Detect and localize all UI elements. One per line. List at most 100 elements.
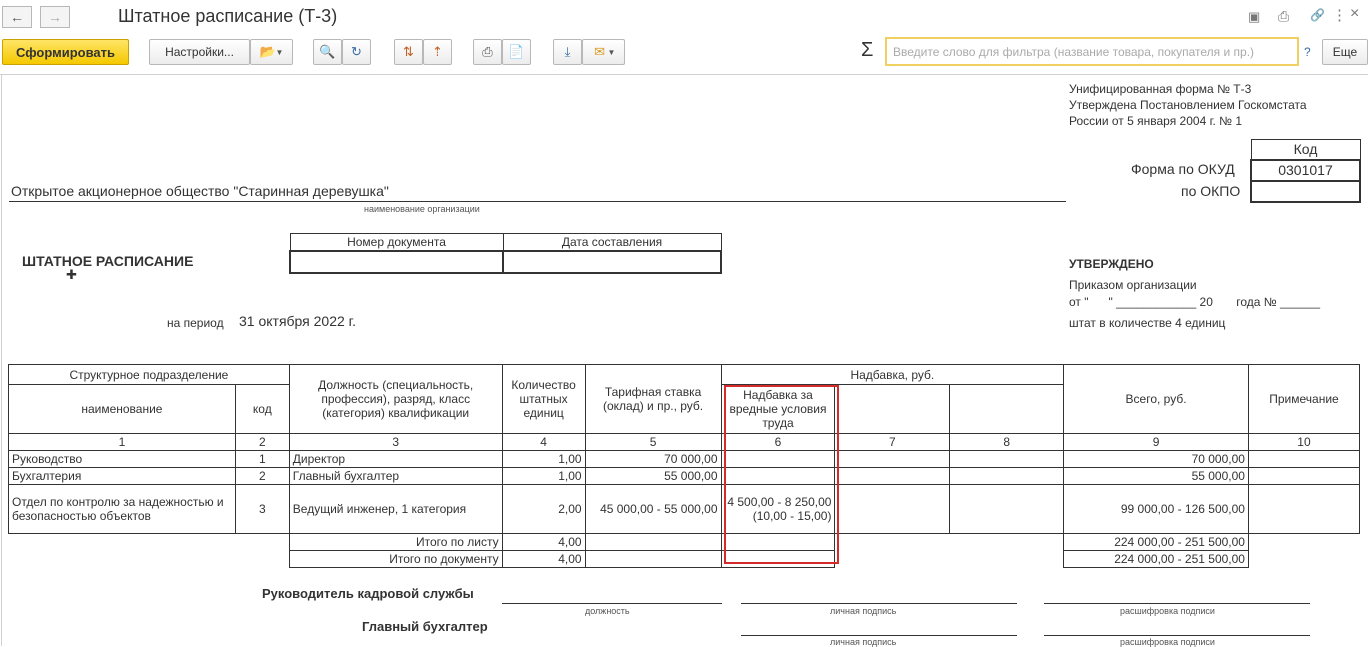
sum-sheet-count: 4,00	[501, 533, 586, 551]
row-cell	[9, 551, 290, 568]
download-icon: ⤓	[564, 44, 571, 59]
row-total: 70 000,00	[1063, 450, 1249, 468]
close-icon[interactable]: ×	[1350, 5, 1359, 23]
row-count: 1,00	[501, 450, 586, 468]
sum-sheet-total: 224 000,00 - 251 500,00	[1063, 533, 1249, 551]
row-count: 1,00	[501, 467, 586, 485]
window-title: Штатное расписание (Т-3)	[118, 6, 338, 26]
row-code: 1	[234, 450, 290, 468]
row-note	[1247, 467, 1361, 485]
back-button[interactable]: ←	[2, 6, 32, 28]
row-cell	[834, 450, 951, 468]
printer-icon: ⎙	[482, 44, 493, 59]
link-icon[interactable]: 🔗	[1310, 8, 1325, 22]
table-row[interactable]: Отдел по контролю за надежностью и безоп…	[8, 484, 1361, 534]
okud-code-table: Код 0301017	[1250, 139, 1361, 203]
save-icon[interactable]: ▣	[1248, 9, 1260, 25]
find-button[interactable]: 🔍	[313, 39, 342, 65]
cursor-icon: ✚	[66, 267, 77, 282]
variants-dropdown[interactable]: 📂 ▼	[250, 39, 293, 65]
divider	[741, 635, 1017, 636]
divider	[1044, 603, 1310, 604]
row-cell	[949, 467, 1065, 485]
help-icon[interactable]: ?	[1304, 45, 1311, 59]
col-number: 3	[288, 433, 503, 451]
row-position: Главный бухгалтер	[288, 467, 503, 485]
row-cell	[1248, 534, 1359, 551]
generate-button[interactable]: Сформировать	[2, 39, 129, 65]
row-cell	[834, 467, 951, 485]
form-header-line: Утверждена Постановлением Госкомстата	[1069, 98, 1307, 112]
envelope-icon: ✉	[594, 44, 605, 59]
doc-title: ШТАТНОЕ РАСПИСАНИЕ	[22, 253, 194, 269]
collapse-groups-button[interactable]: ⇡	[423, 39, 452, 65]
row-cell	[949, 484, 1065, 534]
row-cell	[584, 550, 722, 568]
more-button[interactable]: Еще	[1322, 39, 1368, 65]
send-mail-button[interactable]: ✉ ▼	[582, 39, 625, 65]
caption-sign: личная подпись	[830, 606, 897, 616]
row-note	[1247, 484, 1361, 534]
okud-label: Форма по ОКУД	[1131, 161, 1235, 177]
row-rate: 70 000,00	[584, 450, 722, 468]
sum-doc-count: 4,00	[501, 550, 586, 568]
highlight-frame	[724, 385, 839, 564]
row-rate: 45 000,00 - 55 000,00	[584, 484, 722, 534]
table-row[interactable]: Бухгалтерия 2 Главный бухгалтер 1,00 55 …	[8, 467, 1361, 485]
okud-value: 0301017	[1250, 158, 1361, 182]
hr-head-label: Руководитель кадровой службы	[262, 586, 474, 601]
filter-input[interactable]: Введите слово для фильтра (название това…	[885, 37, 1299, 66]
sum-icon[interactable]: Σ	[861, 39, 873, 62]
divider	[1, 74, 2, 646]
summary-row: Итого по документу 4,00 224 000,00 - 251…	[9, 550, 1360, 568]
summary-row: Итого по листу 4,00 224 000,00 - 251 500…	[9, 533, 1360, 551]
col-number: 2	[234, 433, 290, 451]
col-number: 1	[8, 433, 236, 451]
preview-button[interactable]: 📄	[502, 39, 531, 65]
row-cell	[835, 551, 1064, 568]
row-code: 3	[234, 484, 290, 534]
search-icon: 🔍	[319, 44, 336, 59]
doc-date-header: Дата составления	[502, 233, 722, 251]
row-total: 99 000,00 - 126 500,00	[1063, 484, 1249, 534]
print-icon[interactable]: ⎙	[1278, 8, 1289, 25]
chevron-down-icon: ▼	[607, 47, 616, 57]
search-next-icon: ↻	[351, 44, 362, 59]
sort-collapse-icon: ⇡	[432, 44, 443, 59]
save-file-button[interactable]: ⤓	[553, 39, 582, 65]
preview-icon: 📄	[508, 44, 525, 59]
row-code: 2	[234, 467, 290, 485]
org-name: Открытое акционерное общество "Старинная…	[11, 183, 389, 199]
sum-doc-total: 224 000,00 - 251 500,00	[1063, 550, 1249, 568]
col-number: 5	[584, 433, 722, 451]
more-vert-icon[interactable]: ⋮	[1332, 6, 1347, 24]
sort-expand-icon: ⇅	[403, 44, 414, 59]
form-header-line: Унифицированная форма № Т-3	[1069, 82, 1252, 96]
header-position: Должность (специальность, профессия), ра…	[288, 364, 503, 434]
divider	[9, 201, 1066, 202]
okpo-label: по ОКПО	[1181, 183, 1241, 199]
row-position: Директор	[288, 450, 503, 468]
print-button[interactable]: ⎙	[473, 39, 502, 65]
org-caption: наименование организации	[364, 204, 480, 214]
forward-button[interactable]: →	[40, 6, 70, 28]
row-cell	[1248, 551, 1359, 568]
col-number: 8	[949, 433, 1065, 451]
row-cell	[949, 450, 1065, 468]
approved-title: УТВЕРЖДЕНО	[1069, 257, 1154, 271]
divider	[1044, 635, 1310, 636]
doc-number-value	[289, 249, 504, 274]
expand-groups-button[interactable]: ⇅	[394, 39, 423, 65]
row-total: 55 000,00	[1063, 467, 1249, 485]
row-cell	[835, 534, 1064, 551]
divider	[741, 603, 1017, 604]
settings-button[interactable]: Настройки...	[149, 39, 250, 65]
header-count: Количество штатных единиц	[501, 364, 586, 434]
header-allowance-7	[834, 384, 951, 434]
find-next-button[interactable]: ↻	[342, 39, 371, 65]
doc-number-header: Номер документа	[289, 233, 504, 251]
header-allowance-8	[949, 384, 1065, 434]
okpo-value	[1250, 179, 1361, 203]
row-position: Ведущий инженер, 1 категория	[288, 484, 503, 534]
table-row[interactable]: Руководство 1 Директор 1,00 70 000,00 70…	[8, 450, 1361, 468]
